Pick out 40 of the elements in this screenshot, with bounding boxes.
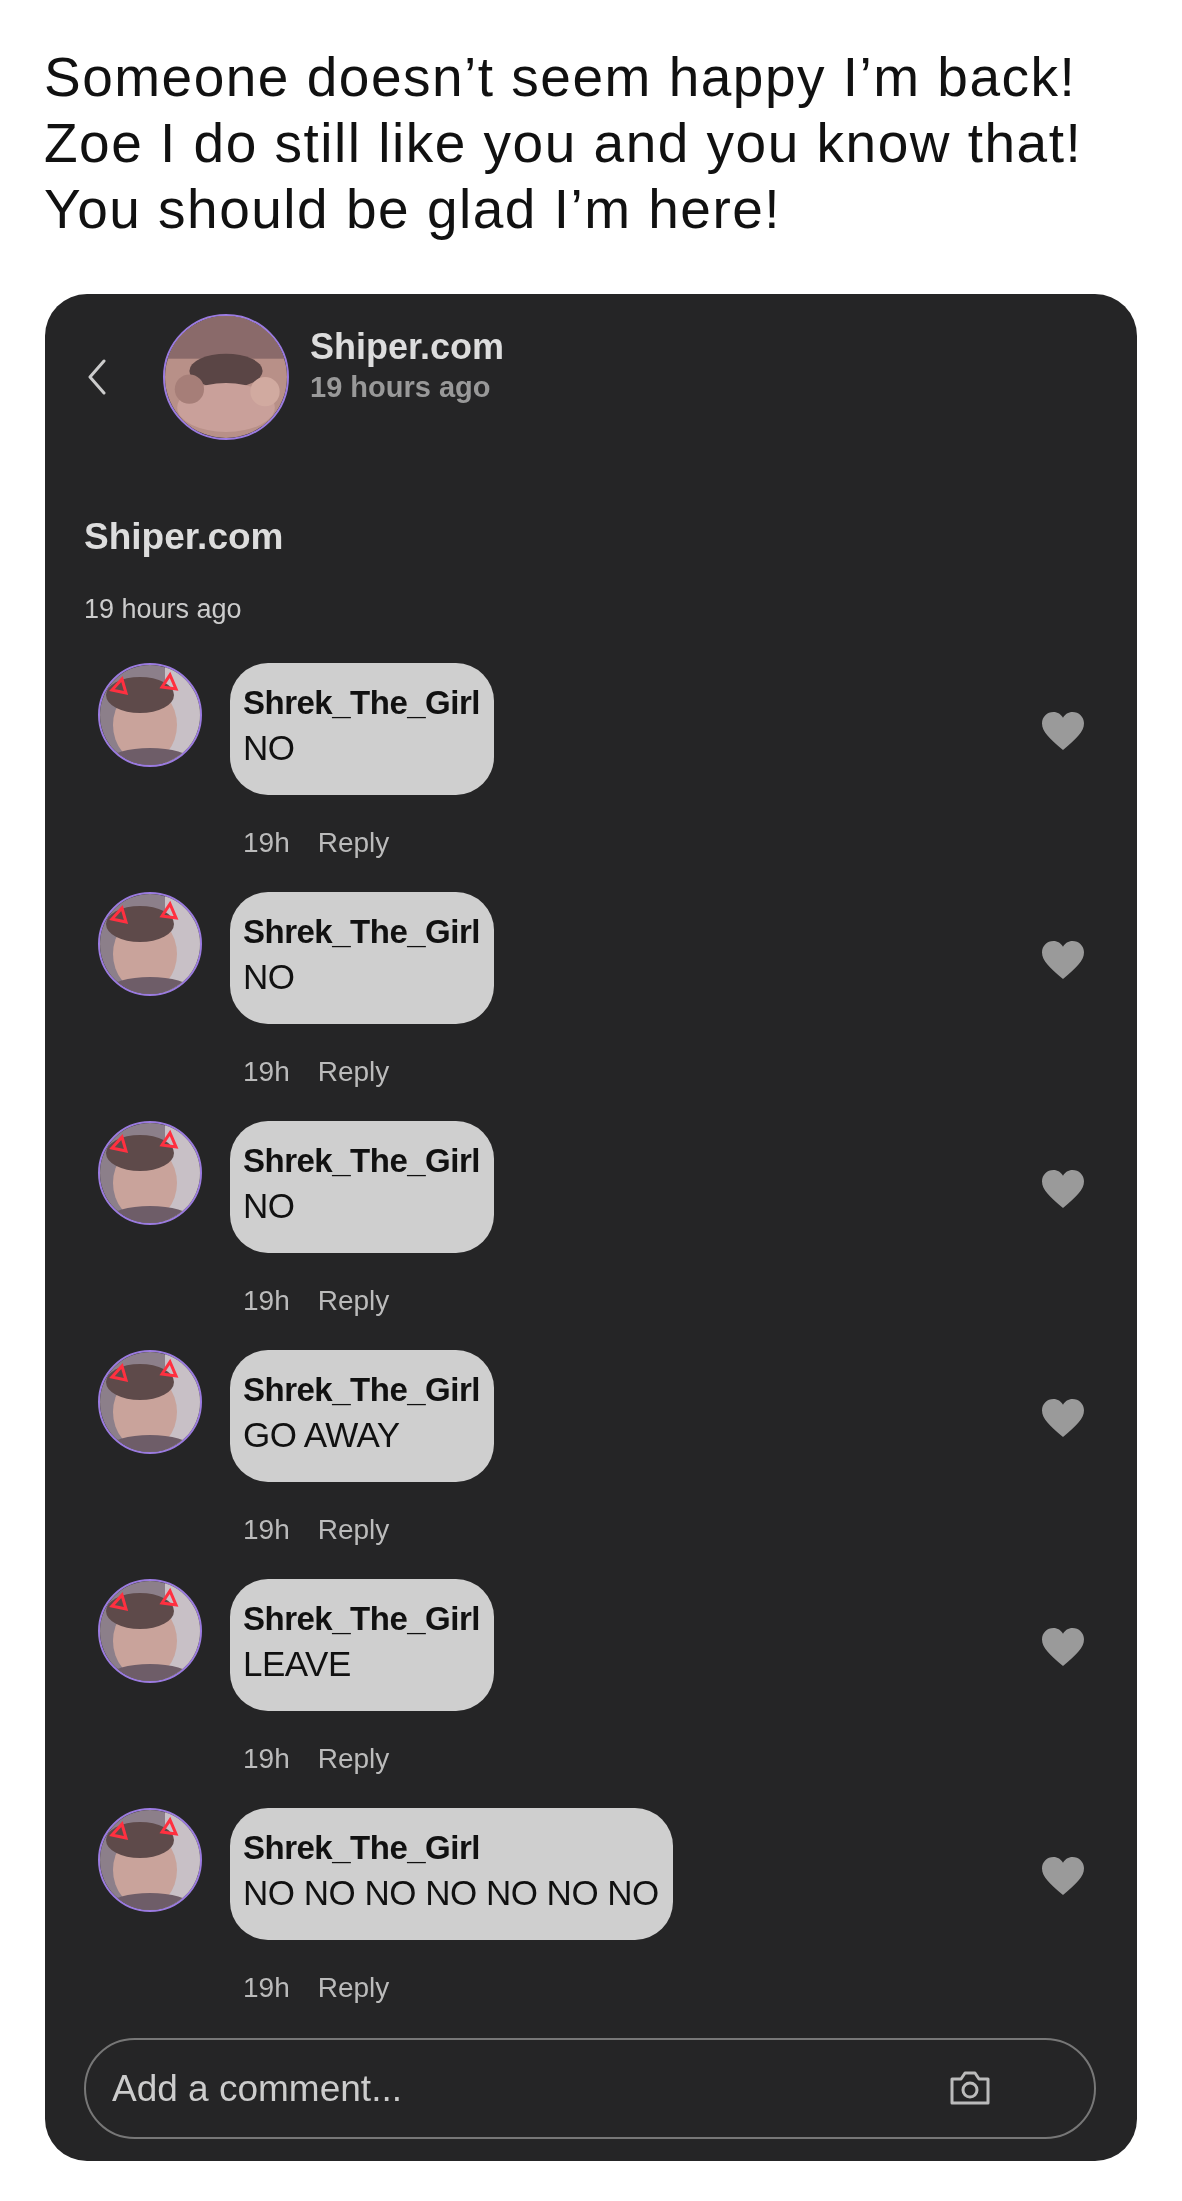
comment-time: 19h bbox=[243, 826, 290, 860]
reply-link[interactable]: Reply bbox=[317, 1284, 390, 1318]
comment-text: NO bbox=[243, 956, 296, 998]
comment-author: Shrek_The_Girl bbox=[243, 912, 480, 952]
heart-icon[interactable] bbox=[1040, 710, 1086, 752]
reply-link[interactable]: Reply bbox=[317, 1055, 390, 1089]
heart-icon[interactable] bbox=[1040, 1626, 1086, 1668]
comment-author: Shrek_The_Girl bbox=[243, 1828, 481, 1868]
camera-icon[interactable] bbox=[948, 2069, 992, 2107]
post-time: 19 hours ago bbox=[310, 370, 492, 405]
caption-line: You should be glad I’m here! bbox=[44, 177, 783, 242]
post-time: 19 hours ago bbox=[84, 593, 243, 626]
comment-text: NO NO NO NO NO NO NO bbox=[243, 1872, 659, 1914]
comment-time: 19h bbox=[243, 1055, 290, 1089]
reply-link[interactable]: Reply bbox=[317, 1742, 390, 1776]
comment-text: NO bbox=[243, 1185, 296, 1227]
post-author: Shiper.com bbox=[84, 515, 285, 559]
comment-author: Shrek_The_Girl bbox=[243, 1370, 480, 1410]
caption-line: Zoe I do still like you and you know that! bbox=[44, 111, 1084, 176]
comment-text: GO AWAY bbox=[243, 1414, 401, 1456]
comment-text: NO bbox=[243, 727, 296, 769]
reply-link[interactable]: Reply bbox=[317, 1971, 390, 2005]
account-name: Shiper.com bbox=[310, 325, 505, 369]
heart-icon[interactable] bbox=[1040, 1855, 1086, 1897]
reply-link[interactable]: Reply bbox=[317, 826, 390, 860]
comment-time: 19h bbox=[243, 1513, 290, 1547]
comment-time: 19h bbox=[243, 1971, 290, 2005]
comment-text: LEAVE bbox=[243, 1643, 352, 1685]
reply-link[interactable]: Reply bbox=[317, 1513, 390, 1547]
comment-author: Shrek_The_Girl bbox=[243, 1141, 480, 1181]
comment-time: 19h bbox=[243, 1742, 290, 1776]
caption-line: Someone doesn’t seem happy I’m back! bbox=[44, 45, 1078, 110]
comment-field[interactable]: Add a comment... bbox=[84, 2038, 1096, 2139]
back-icon[interactable] bbox=[87, 359, 107, 395]
comment-author: Shrek_The_Girl bbox=[243, 683, 480, 723]
heart-icon[interactable] bbox=[1040, 939, 1086, 981]
heart-icon[interactable] bbox=[1040, 1168, 1086, 1210]
heart-icon[interactable] bbox=[1040, 1397, 1086, 1439]
comment-time: 19h bbox=[243, 1284, 290, 1318]
comment-author: Shrek_The_Girl bbox=[243, 1599, 480, 1639]
